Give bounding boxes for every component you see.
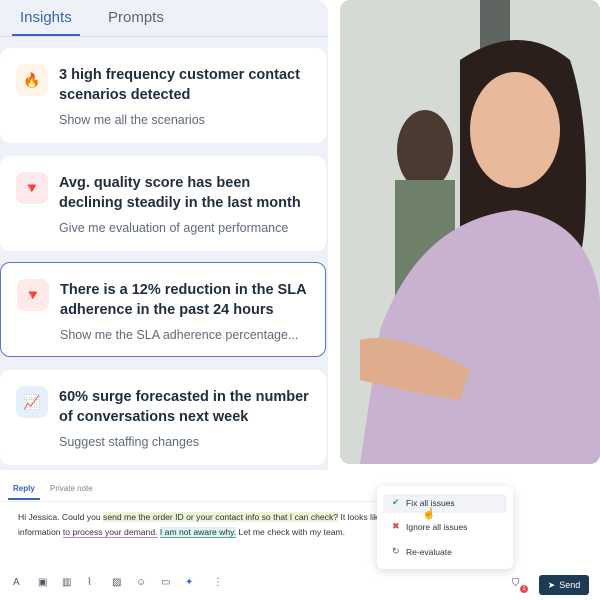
- tab-insights[interactable]: Insights: [20, 9, 72, 26]
- insight-title: There is a 12% reduction in the SLA adhe…: [60, 282, 307, 318]
- send-label: Send: [559, 580, 581, 590]
- down-triangle-icon: 🔻: [17, 279, 49, 311]
- active-tab-indicator: [12, 34, 80, 36]
- emoji-icon[interactable]: ☺: [136, 577, 146, 588]
- text: It looks like we need more: [340, 512, 378, 522]
- active-tab-indicator: [8, 498, 40, 500]
- chart-increasing-icon: 📈: [16, 386, 48, 418]
- fire-icon: 🔥: [16, 64, 48, 96]
- reply-textarea[interactable]: Hi Jessica. Could you send me the order …: [18, 510, 378, 540]
- insight-card[interactable]: 🔥 3 high frequency customer contact scen…: [0, 48, 326, 143]
- calendar-icon[interactable]: ▭: [161, 577, 170, 588]
- issue-count-badge: 1: [520, 585, 528, 593]
- tab-reply[interactable]: Reply: [13, 484, 35, 493]
- attachment-icon[interactable]: ⌇: [87, 577, 92, 588]
- down-triangle-icon: 🔻: [16, 172, 48, 204]
- insight-title: 60% surge forecasted in the number of co…: [59, 389, 309, 425]
- insight-card[interactable]: 🔻 Avg. quality score has been declining …: [0, 156, 326, 251]
- insight-prompt[interactable]: Give me evaluation of agent performance: [59, 221, 288, 235]
- text: Let me check with my team.: [236, 527, 346, 537]
- image-icon[interactable]: ▨: [112, 577, 121, 588]
- insight-title: 3 high frequency customer contact scenar…: [59, 67, 300, 103]
- knowledge-base-icon[interactable]: ▥: [62, 577, 71, 588]
- canned-response-icon[interactable]: ▣: [38, 577, 47, 588]
- quality-check-shield-icon[interactable]: ⛉: [512, 578, 520, 589]
- refresh-icon: ↻: [392, 546, 400, 556]
- quality-actions-menu: ✔ Fix all issues ✖ Ignore all issues ↻ Re-e…: [377, 486, 513, 569]
- menu-item-ignore-all[interactable]: ✖ Ignore all issues: [383, 518, 507, 537]
- tab-prompts[interactable]: Prompts: [108, 9, 164, 26]
- insight-prompt[interactable]: Show me the SLA adherence percentage...: [60, 328, 298, 342]
- label: Ignore all issues: [406, 522, 468, 532]
- more-options-icon[interactable]: ⋮: [213, 577, 223, 588]
- x-icon: ✖: [392, 521, 400, 531]
- text: Hi Jessica. Could you: [18, 512, 104, 522]
- insight-prompt[interactable]: Suggest staffing changes: [59, 435, 199, 449]
- menu-item-fix-all[interactable]: ✔ Fix all issues: [383, 494, 507, 513]
- divider: [0, 501, 380, 502]
- woman-smiling-image: [340, 0, 600, 464]
- menu-item-re-evaluate[interactable]: ↻ Re-evaluate: [383, 543, 507, 562]
- send-icon: ➤: [547, 579, 556, 590]
- insight-card-selected[interactable]: 🔻 There is a 12% reduction in the SLA ad…: [0, 262, 326, 357]
- check-icon: ✔: [392, 497, 400, 507]
- text: information: [18, 527, 63, 537]
- grammar-highlight[interactable]: send me the order ID or your contact inf…: [103, 512, 339, 522]
- insight-prompt[interactable]: Show me all the scenarios: [59, 113, 205, 127]
- insight-title: Avg. quality score has been declining st…: [59, 175, 301, 211]
- tab-bar: Insights Prompts: [0, 0, 328, 37]
- tone-highlight[interactable]: to process your demand.: [62, 527, 158, 538]
- text-format-icon[interactable]: A: [13, 577, 20, 588]
- insight-card[interactable]: 📈 60% surge forecasted in the number of …: [0, 370, 326, 465]
- label: Re-evaluate: [406, 547, 452, 557]
- send-button[interactable]: ➤ Send: [539, 575, 589, 595]
- hand-cursor-icon: ☝: [422, 508, 436, 520]
- ai-assist-icon[interactable]: ✦: [185, 577, 193, 588]
- clarity-highlight[interactable]: I am not aware why.: [159, 527, 237, 538]
- tab-private-note[interactable]: Private note: [50, 484, 93, 493]
- agent-photo: [340, 0, 600, 464]
- insights-panel: Insights Prompts 🔥 3 high frequency cust…: [0, 0, 328, 480]
